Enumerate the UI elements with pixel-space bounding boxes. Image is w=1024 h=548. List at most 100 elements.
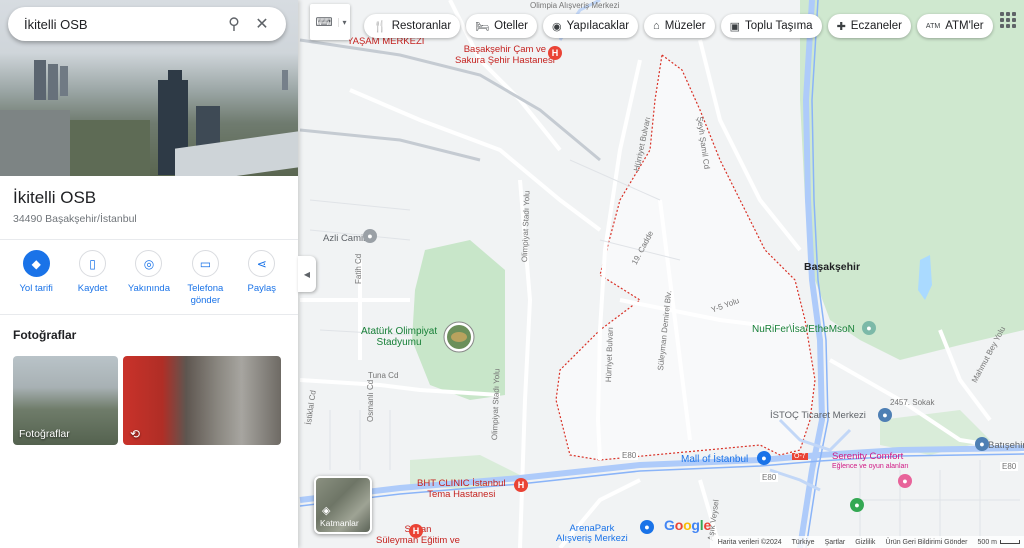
map-label-hospital: Başakşehir Çam ve Sakura Şehir Hastanesi [455,44,555,66]
photo-caption: Fotoğraflar [19,428,70,440]
chevron-down-icon[interactable]: ▾ [338,17,350,27]
park-pin-icon[interactable]: ● [850,498,864,512]
map-label-fatih: Fatih Cd [354,253,363,284]
feedback-link[interactable]: Ürün Geri Bildirimi Gönder [885,539,967,546]
map-label-e80-b: E80 [760,473,779,482]
map-label-hospital-line1: Başakşehir Çam ve [463,44,547,55]
chip-museums[interactable]: ⌂ Müzeler [644,14,715,38]
send-to-phone-button[interactable]: ▭ Telefona gönder [178,250,232,307]
chip-things-to-do[interactable]: ◉ Yapılacaklar [543,14,639,38]
layers-icon: ◈ [322,505,331,517]
divider [0,314,298,315]
sultan-pin-icon[interactable]: H [409,524,423,538]
map-label-basaksehir: Başakşehir [804,261,861,273]
share-icon: ⋖ [248,250,276,277]
atm-icon: ATM [925,22,941,30]
map-data-credit: Harita verileri ©2024 [717,538,782,546]
nurifer-pin-icon[interactable]: ● [862,321,876,335]
map-label-ataturk: Atatürk Olimpiyat Stadyumu [361,326,437,348]
nearby-icon: ◎ [135,250,163,277]
photo-thumbnail[interactable]: Fotoğraflar [13,356,118,445]
map-label-e80-a: E80 [620,451,639,460]
mosque-pin-icon[interactable]: ● [363,229,377,243]
scale-bar[interactable]: 500 m [978,539,1020,546]
rotate-360-icon: ⟲ [130,427,141,441]
directions-icon: ◆ [22,250,50,277]
share-button[interactable]: ⋖ Paylaş [235,250,289,307]
map-label-mall: Mall of İstanbul [681,454,749,465]
action-label: Telefona gönder [187,283,224,306]
map-label-cami: Azli Camii [323,233,366,244]
map-label-batisehir: Batışehir [988,440,1024,451]
bht-pin-icon[interactable]: H [514,478,528,492]
input-tools-button[interactable]: ⌨ ▾ [310,4,350,40]
search-input[interactable] [24,16,220,32]
scale-label: 500 m [977,538,997,546]
divider [0,239,298,240]
layers-button[interactable]: ◈ Katmanlar [314,476,372,534]
action-buttons: ◆ Yol tarifi ▯ Kaydet ◎ Yakınında ▭ Tele… [0,250,298,307]
chip-pharmacies[interactable]: ✚ Eczaneler [827,14,911,38]
map-label-e80-c: E80 [1000,462,1019,471]
photos-heading: Fotoğraflar [13,328,77,342]
hotel-icon: 🛏 [475,20,490,33]
arenapark-pin-icon[interactable]: ● [640,520,654,534]
chip-label: Oteller [494,20,528,32]
map-label-sokak: 2457. Sokak [890,398,935,407]
chip-hotels[interactable]: 🛏 Oteller [466,14,537,38]
place-title: İkitelli OSB [13,188,97,207]
terms-link[interactable]: Şartlar [825,539,846,546]
chip-transit[interactable]: ▣ Toplu Taşıma [720,14,822,38]
map-label-serenity: Serenity Comfort Eğlence ve oyun alanlar… [832,452,909,472]
chevron-left-icon: ◀ [303,269,311,279]
scale-line [1000,540,1020,544]
istoc-pin-icon[interactable]: ● [878,408,892,422]
photo-360-thumbnail[interactable]: ⟲ [123,356,281,445]
map-label-arenapark-line2: Alışveriş Merkezi [556,533,628,544]
map-label-olimpia: Olimpia Alışveriş Merkezi [530,1,620,10]
chip-label: ATM'ler [945,20,984,32]
hospital-pin-icon[interactable]: H [548,46,562,60]
mall-pin-icon[interactable]: ● [757,451,771,465]
map-footer: Harita verileri ©2024 Türkiye Şartlar Gi… [709,536,1024,548]
map-label-ataturk-line1: Atatürk Olimpiyat [361,326,438,337]
save-button[interactable]: ▯ Kaydet [66,250,120,307]
collapse-panel-button[interactable]: ◀ [298,256,316,292]
search-icon[interactable]: ⚲ [220,14,248,34]
keyboard-icon: ⌨ [315,15,333,29]
nearby-button[interactable]: ◎ Yakınında [122,250,176,307]
chip-restaurants[interactable]: 🍴 Restoranlar [364,14,461,38]
search-box[interactable]: ⚲ ✕ [8,7,286,41]
category-chips: 🍴 Restoranlar 🛏 Oteller ◉ Yapılacaklar ⌂ Müz… [364,14,993,38]
transit-icon: ▣ [729,20,741,33]
map-label-serenity-line2: Eğlence ve oyun alanları [832,463,909,470]
map-label-istoc: İSTOÇ Ticaret Merkezi [770,410,866,421]
action-label: Yol tarifi [19,283,53,294]
action-label: Yakınında [127,283,170,294]
send-to-phone-icon: ▭ [191,250,219,277]
map-label-ataturk-line2: Stadyumu [376,337,422,348]
pharmacy-icon: ✚ [836,20,846,33]
apps-grid-icon[interactable] [1000,12,1016,28]
map-label-tuna: Tuna Cd [368,371,399,380]
map-label-osmanli: Osmanlı Cd [366,379,375,422]
map-label-hurriyet-2: Hürriyet Bulvarı [604,326,615,383]
directions-button[interactable]: ◆ Yol tarifi [9,250,63,307]
google-logo: Google [664,517,712,533]
chip-label: Müzeler [664,20,706,32]
map-label-arenapark: ArenaPark Alışveriş Merkezi [556,524,628,544]
chip-label: Yapılacaklar [566,20,630,32]
map-label-bht: BHT CLINIC İstanbul Tema Hastanesi [417,478,506,500]
map-label-nurifer: NuRiFer\İsa/EtheMsoN [752,324,855,335]
country-link[interactable]: Türkiye [792,539,815,546]
serenity-pin-icon[interactable]: ● [898,474,912,488]
map-label-hospital-line2: Sakura Şehir Hastanesi [455,55,555,66]
chip-atms[interactable]: ATM ATM'ler [916,14,993,38]
map-label-o7: O-7 [792,453,808,460]
batisehir-pin-icon[interactable]: ● [975,437,989,451]
privacy-link[interactable]: Gizlilik [855,539,875,546]
chip-label: Toplu Taşıma [745,20,813,32]
hero-photo[interactable]: ⚲ ✕ [0,0,298,176]
chip-label: Restoranlar [391,20,452,32]
close-icon[interactable]: ✕ [248,14,276,34]
